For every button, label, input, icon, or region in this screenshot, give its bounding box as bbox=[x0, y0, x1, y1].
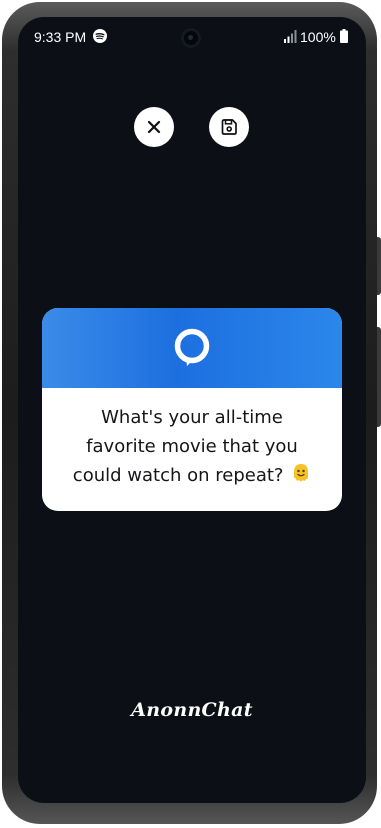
save-button[interactable] bbox=[209, 107, 249, 147]
front-camera-icon bbox=[181, 28, 201, 48]
phone-frame: 9:33 PM 100% What's your all-time favori… bbox=[2, 2, 381, 824]
battery-icon bbox=[340, 29, 348, 43]
signal-icon bbox=[284, 30, 297, 43]
volume-button bbox=[377, 237, 381, 295]
close-icon bbox=[147, 120, 161, 134]
melting-face-icon bbox=[294, 464, 309, 482]
chat-bubble-icon bbox=[174, 328, 210, 366]
spotify-icon bbox=[93, 29, 107, 43]
question-text: What's your all-time favorite movie that… bbox=[52, 403, 332, 490]
save-icon bbox=[221, 119, 237, 135]
power-button bbox=[377, 327, 381, 427]
brand-logo: AnonnChat bbox=[131, 699, 253, 721]
status-time: 9:33 PM bbox=[34, 29, 87, 45]
question-line-1: What's your all-time bbox=[101, 407, 283, 428]
question-line-2: favorite movie that you bbox=[86, 436, 298, 457]
card-body: What's your all-time favorite movie that… bbox=[42, 388, 342, 511]
phone-screen: 9:33 PM 100% What's your all-time favori… bbox=[18, 17, 366, 803]
question-line-3: could watch on repeat? bbox=[72, 465, 284, 486]
card-header bbox=[42, 308, 342, 388]
question-card: What's your all-time favorite movie that… bbox=[42, 308, 342, 511]
status-bar: 9:33 PM 100% bbox=[18, 17, 366, 57]
battery-percentage: 100% bbox=[300, 29, 336, 45]
close-button[interactable] bbox=[134, 107, 174, 147]
